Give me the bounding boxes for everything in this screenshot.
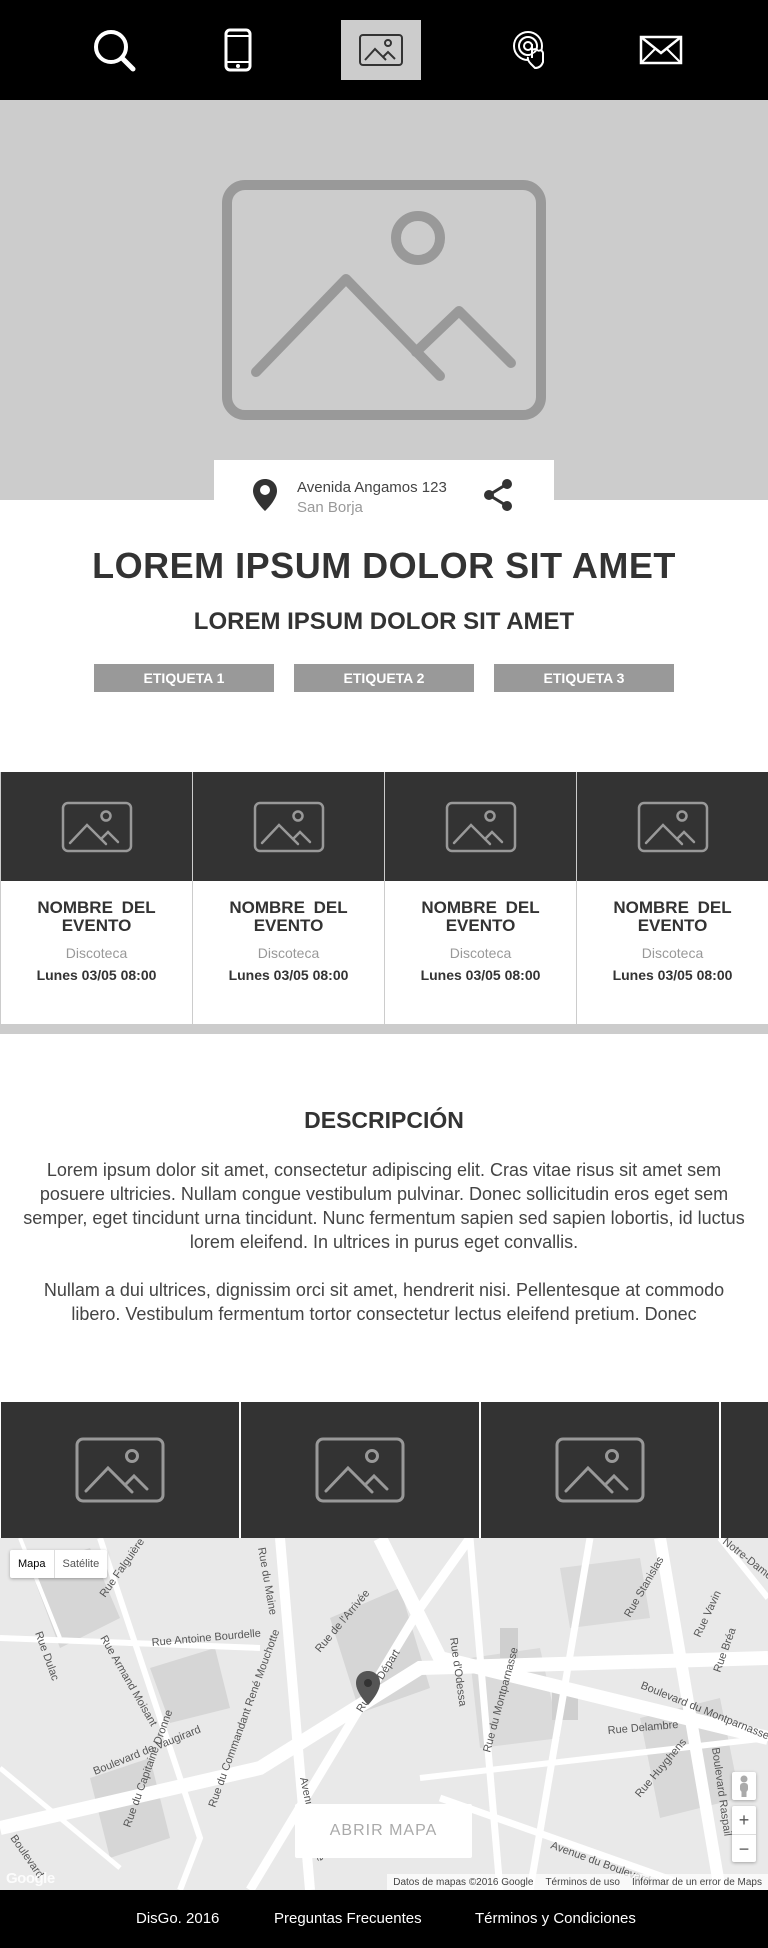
description-paragraph: Lorem ipsum dolor sit amet, consectetur … [23,1160,745,1252]
image-icon [75,1437,165,1503]
mail-icon [639,35,683,65]
map-type-satellite[interactable]: Satélite [55,1550,108,1578]
address-card: Avenida Angamos 123 San Borja [214,460,554,540]
phone-icon [224,28,252,72]
top-navigation [0,0,768,100]
event-card[interactable]: NOMBRE DEL EVENTO Discoteca Lunes 03/05 … [193,772,384,1024]
nav-search-button[interactable] [74,20,154,80]
tag-1[interactable]: ETIQUETA 1 [94,664,274,692]
image-icon [315,1437,405,1503]
footer-copyright-link[interactable]: DisGo. 2016 [136,1890,219,1948]
event-type: Discoteca [65,945,128,961]
event-date: Lunes 03/05 08:00 [420,967,541,983]
event-date: Lunes 03/05 08:00 [228,967,349,983]
event-type: Discoteca [257,945,320,961]
image-icon [61,801,132,852]
description-paragraph: Nullam a dui ultrices, dignissim orci si… [43,1280,725,1324]
gallery-item[interactable] [481,1402,719,1538]
event-thumbnail [1,772,192,881]
image-icon [555,1437,645,1503]
nav-touch-button[interactable] [492,20,572,80]
location-map[interactable]: Rue Falguière Rue Dulac Rue Antoine Bour… [0,1538,768,1890]
gallery-item[interactable] [241,1402,479,1538]
footer-terms-link[interactable]: Términos y Condiciones [475,1890,636,1948]
map-type-map[interactable]: Mapa [10,1550,55,1578]
event-date: Lunes 03/05 08:00 [36,967,157,983]
related-events: NOMBRE DEL EVENTO Discoteca Lunes 03/05 … [0,772,768,1034]
open-map-button[interactable]: ABRIR MAPA [295,1804,472,1858]
pegman-icon [740,1775,748,1797]
map-report-link[interactable]: Informar de un error de Maps [626,1877,768,1888]
touch-icon [513,31,544,70]
zoom-in-button[interactable]: + [732,1806,756,1834]
image-icon [445,801,516,852]
share-icon[interactable] [480,478,516,512]
image-icon [253,801,324,852]
event-card[interactable]: NOMBRE DEL EVENTO Discoteca Lunes 03/05 … [385,772,576,1024]
nav-mail-button[interactable] [621,20,701,80]
tag-list: ETIQUETA 1 ETIQUETA 2 ETIQUETA 3 [94,664,694,692]
event-name: NOMBRE DEL EVENTO [37,898,156,935]
address-street: Avenida Angamos 123 [297,479,447,496]
event-card[interactable]: NOMBRE DEL EVENTO Discoteca Lunes 03/05 … [1,772,192,1024]
gallery-item[interactable] [1,1402,239,1538]
search-icon [94,30,136,72]
footer: DisGo. 2016 Preguntas Frecuentes Término… [0,1890,768,1948]
map-terms-link[interactable]: Términos de uso [539,1877,625,1888]
event-name: NOMBRE DEL EVENTO [229,898,348,935]
location-pin-icon [253,479,277,511]
photo-gallery [0,1402,768,1538]
image-icon [359,34,403,66]
event-subtitle: LOREM IPSUM DOLOR SIT AMET [193,608,575,635]
zoom-out-button[interactable]: − [732,1834,756,1862]
event-type: Discoteca [449,945,512,961]
event-type: Discoteca [641,945,704,961]
event-card[interactable]: NOMBRE DEL EVENTO Discoteca Lunes 03/05 … [577,772,768,1024]
event-name: NOMBRE DEL EVENTO [613,898,732,935]
address-district: San Borja [297,499,363,516]
nav-phone-button[interactable] [198,20,278,80]
map-type-toggle: Mapa Satélite [10,1550,108,1578]
nav-gallery-button[interactable] [341,20,421,80]
hero-image [0,100,768,500]
street-view-button[interactable] [732,1772,756,1800]
zoom-control: + − [732,1806,756,1862]
event-title: LOREM IPSUM DOLOR SIT AMET [92,545,676,586]
image-icon [637,801,708,852]
event-thumbnail [193,772,384,881]
event-thumbnail [385,772,576,881]
gallery-item[interactable] [721,1402,768,1538]
tag-3[interactable]: ETIQUETA 3 [494,664,674,692]
tag-2[interactable]: ETIQUETA 2 [294,664,474,692]
event-name: NOMBRE DEL EVENTO [421,898,540,935]
event-date: Lunes 03/05 08:00 [612,967,733,983]
google-logo: Google [6,1870,55,1887]
footer-faq-link[interactable]: Preguntas Frecuentes [274,1890,422,1948]
image-placeholder-icon [222,180,546,420]
map-data-credit: Datos de mapas ©2016 Google [393,1876,534,1888]
address-text: Avenida Angamos 123 San Borja [297,478,447,518]
event-thumbnail [577,772,768,881]
description-title: DESCRIPCIÓN [304,1107,464,1133]
map-attribution: Datos de mapas ©2016 Google Términos de … [387,1874,768,1890]
